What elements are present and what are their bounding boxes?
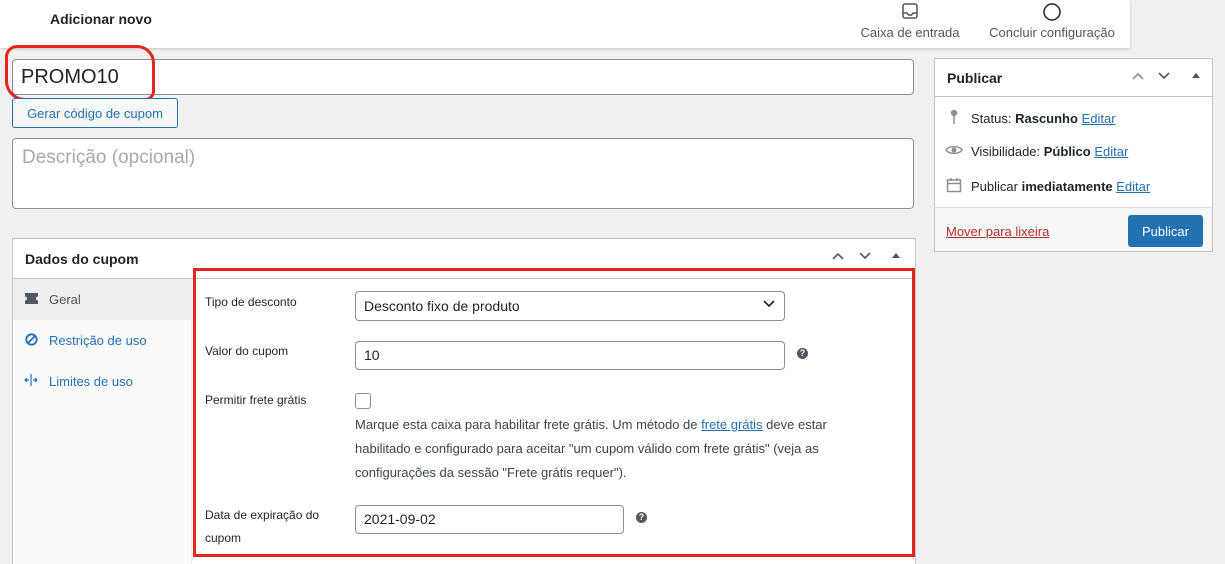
move-up-icon[interactable]	[831, 249, 845, 266]
arrows-icon	[23, 374, 39, 389]
pin-icon	[945, 109, 963, 128]
inbox-icon	[855, 2, 965, 22]
publish-title: Publicar	[947, 70, 1003, 86]
move-down-icon[interactable]	[1157, 69, 1171, 86]
publish-header: Publicar	[935, 59, 1212, 97]
calendar-icon	[945, 177, 963, 196]
annotation-highlight-code	[5, 45, 155, 101]
status-row: Status: Rascunho Editar	[945, 109, 1116, 128]
circle-progress-icon	[982, 2, 1122, 22]
block-icon	[23, 332, 39, 349]
move-down-icon[interactable]	[858, 249, 872, 266]
finish-setup-button[interactable]: Concluir configuração	[982, 2, 1122, 40]
move-to-trash-link[interactable]: Mover para lixeira	[946, 224, 1049, 239]
coupon-data-title: Dados do cupom	[25, 251, 139, 267]
generate-coupon-button[interactable]: Gerar código de cupom	[12, 98, 178, 128]
visibility-row: Visibilidade: Público Editar	[945, 143, 1128, 159]
inbox-label: Caixa de entrada	[860, 25, 960, 40]
annotation-highlight-fields	[193, 268, 915, 557]
coupon-tabs: Geral Restrição de uso Limites de uso	[13, 279, 192, 564]
tab-usage-limits-label: Limites de uso	[49, 374, 133, 389]
top-bar: Adicionar novo Caixa de entrada Concluir…	[0, 0, 1130, 48]
schedule-row: Publicar imediatamente Editar	[945, 177, 1150, 196]
inbox-button[interactable]: Caixa de entrada	[855, 2, 965, 40]
publish-actions: Mover para lixeira Publicar	[935, 207, 1212, 251]
publish-button[interactable]: Publicar	[1128, 215, 1203, 247]
collapse-icon[interactable]	[1191, 69, 1201, 86]
publish-box: Publicar Status: Rascunho Editar Visibil…	[934, 58, 1213, 252]
page-title: Adicionar novo	[50, 11, 152, 27]
edit-status-link[interactable]: Editar	[1082, 111, 1116, 126]
finish-setup-label: Concluir configuração	[989, 25, 1115, 40]
description-field[interactable]: Descrição (opcional)	[12, 138, 914, 209]
eye-icon	[945, 143, 963, 159]
tab-general-label: Geral	[49, 292, 81, 307]
collapse-icon[interactable]	[891, 249, 901, 266]
ticket-icon	[23, 292, 39, 307]
tab-usage-limits[interactable]: Limites de uso	[13, 361, 191, 402]
move-up-icon[interactable]	[1131, 69, 1145, 86]
tab-usage-restriction[interactable]: Restrição de uso	[13, 320, 191, 361]
edit-schedule-link[interactable]: Editar	[1116, 179, 1150, 194]
edit-visibility-link[interactable]: Editar	[1094, 144, 1128, 159]
tab-general[interactable]: Geral	[13, 279, 191, 320]
tab-usage-restriction-label: Restrição de uso	[49, 333, 147, 348]
